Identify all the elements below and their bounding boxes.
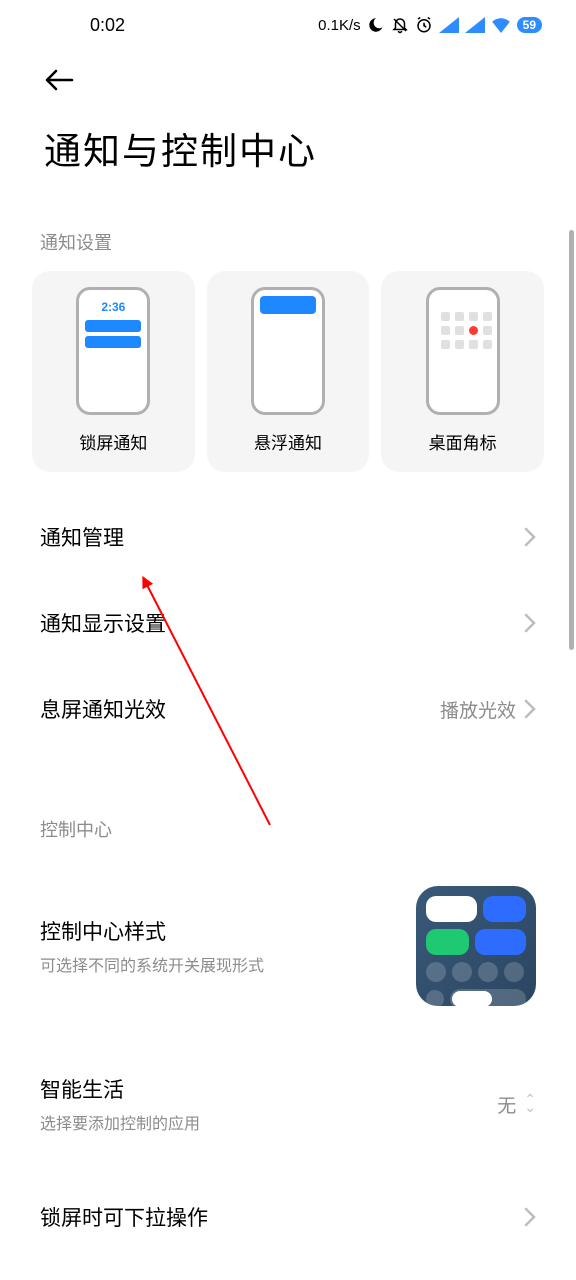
lock-mock-time: 2:36 — [79, 300, 147, 314]
card-label: 悬浮通知 — [254, 429, 322, 454]
lock-bar-icon — [85, 320, 141, 332]
section-label-notify: 通知设置 — [32, 175, 544, 271]
item-title: 控制中心样式 — [40, 916, 264, 946]
chevron-right-icon — [524, 613, 536, 633]
status-bar: 0:02 0.1K/s HD HD 59 — [0, 0, 576, 50]
bell-off-icon — [391, 16, 409, 34]
grid-dots-icon — [441, 312, 485, 349]
item-title: 通知管理 — [40, 522, 124, 552]
item-control-center-style[interactable]: 控制中心样式 可选择不同的系统开关展现形式 — [32, 858, 544, 1034]
signal-icon-1: HD — [439, 17, 459, 33]
chevron-right-icon — [524, 699, 536, 719]
card-desktop-badge[interactable]: 桌面角标 — [381, 271, 544, 472]
chevron-right-icon — [524, 527, 536, 547]
item-value: 播放光效 — [440, 696, 516, 723]
card-float-notification[interactable]: 悬浮通知 — [207, 271, 370, 472]
chevron-right-icon — [524, 1207, 536, 1227]
signal-icon-2: HD — [465, 17, 485, 33]
item-notification-display[interactable]: 通知显示设置 — [32, 580, 544, 666]
status-time: 0:02 — [90, 15, 125, 36]
wifi-icon — [491, 17, 511, 33]
card-label: 锁屏通知 — [79, 429, 147, 454]
net-speed: 0.1K/s — [318, 17, 361, 34]
up-down-icon: ⌃⌄ — [524, 1096, 536, 1111]
status-icons: 0.1K/s HD HD 59 — [318, 16, 542, 34]
svg-text:HD: HD — [442, 20, 451, 26]
item-sub: 选择要添加控制的应用 — [40, 1110, 200, 1134]
card-label: 桌面角标 — [429, 429, 497, 454]
phone-mock-badge — [426, 287, 500, 415]
item-sub: 可选择不同的系统开关展现形式 — [40, 952, 264, 976]
item-lock-pulldown[interactable]: 锁屏时可下拉操作 — [32, 1162, 544, 1260]
card-lock-notification[interactable]: 2:36 锁屏通知 — [32, 271, 195, 472]
item-title: 息屏通知光效 — [40, 694, 166, 724]
arrow-left-icon — [44, 68, 74, 92]
moon-icon — [367, 16, 385, 34]
item-title: 锁屏时可下拉操作 — [40, 1202, 208, 1232]
battery-indicator: 59 — [517, 17, 542, 33]
item-smart-life[interactable]: 智能生活 选择要添加控制的应用 无 ⌃⌄ — [32, 1034, 544, 1162]
item-title: 智能生活 — [40, 1074, 200, 1104]
scroll-indicator[interactable] — [569, 230, 574, 650]
phone-mock-float — [251, 287, 325, 415]
control-center-thumbnail — [416, 886, 536, 1006]
section-label-control: 控制中心 — [32, 752, 544, 858]
item-notification-manage[interactable]: 通知管理 — [32, 472, 544, 580]
item-title: 通知显示设置 — [40, 608, 166, 638]
alarm-icon — [415, 16, 433, 34]
lock-bar-icon — [85, 336, 141, 348]
item-aod-light-effect[interactable]: 息屏通知光效 播放光效 — [32, 666, 544, 752]
item-value: 无 — [497, 1091, 516, 1118]
phone-mock-lock: 2:36 — [76, 287, 150, 415]
back-button[interactable] — [0, 50, 576, 97]
float-banner-icon — [260, 296, 316, 314]
page-title: 通知与控制中心 — [0, 97, 576, 175]
preview-cards: 2:36 锁屏通知 悬浮通知 桌面角标 — [32, 271, 544, 472]
svg-text:HD: HD — [468, 20, 477, 26]
